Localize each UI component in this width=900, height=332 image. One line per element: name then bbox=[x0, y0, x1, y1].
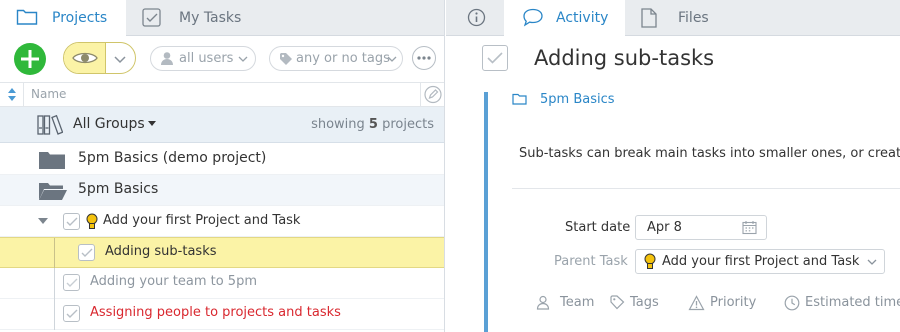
plus-icon bbox=[21, 50, 39, 68]
clock-icon bbox=[784, 295, 800, 311]
tree-line bbox=[54, 238, 55, 268]
lightbulb-icon bbox=[86, 213, 98, 231]
task-description[interactable]: Sub-tasks can break main tasks into smal… bbox=[519, 146, 900, 161]
right-tab-bar: Activity Files bbox=[446, 0, 900, 37]
subtask-checkbox[interactable] bbox=[78, 244, 95, 261]
start-date-label: Start date bbox=[565, 220, 631, 235]
accent-line bbox=[484, 92, 488, 332]
project-link-label: 5pm Basics bbox=[540, 92, 615, 107]
sort-toggle[interactable] bbox=[0, 83, 24, 106]
start-date-field[interactable]: Apr 8 bbox=[635, 215, 767, 240]
left-tab-bar: Projects My Tasks bbox=[0, 0, 444, 37]
tags-button[interactable]: Tags bbox=[610, 294, 674, 314]
user-icon bbox=[160, 51, 174, 66]
tags-filter-label: any or no tags bbox=[296, 51, 390, 66]
task-checkbox[interactable] bbox=[63, 274, 80, 291]
task-detail-panel: Activity Files Adding sub-tasks 5pm Basi… bbox=[446, 0, 900, 332]
subtask-row-selected[interactable]: Adding sub-tasks bbox=[0, 237, 444, 268]
projects-panel: Projects My Tasks all users any or no ta… bbox=[0, 0, 445, 332]
warning-icon bbox=[688, 295, 705, 311]
folder-icon bbox=[16, 8, 38, 26]
chevron-down-icon bbox=[113, 52, 127, 66]
tab-my-tasks[interactable]: My Tasks bbox=[126, 0, 276, 36]
users-filter-label: all users bbox=[179, 51, 234, 66]
priority-label: Priority bbox=[710, 295, 757, 310]
edit-columns-button[interactable] bbox=[420, 83, 444, 106]
tab-info[interactable] bbox=[446, 0, 504, 36]
task-name-overdue: Assigning people to projects and tasks bbox=[90, 305, 341, 320]
groups-title[interactable]: All Groups bbox=[73, 116, 145, 132]
name-column-header[interactable]: Name bbox=[31, 87, 66, 101]
team-button[interactable]: Team bbox=[536, 294, 600, 314]
tab-projects-label: Projects bbox=[52, 10, 108, 26]
folder-icon bbox=[38, 149, 66, 171]
folder-open-icon bbox=[38, 180, 68, 202]
ellipsis-icon bbox=[417, 56, 431, 60]
binders-icon bbox=[37, 114, 63, 136]
divider bbox=[512, 188, 900, 189]
task-name: Add your first Project and Task bbox=[103, 213, 301, 228]
tags-label: Tags bbox=[630, 295, 659, 310]
tab-files-label: Files bbox=[678, 10, 709, 26]
speech-bubble-icon bbox=[522, 8, 544, 27]
tab-activity-label: Activity bbox=[556, 10, 609, 26]
project-count: showing 5 projects bbox=[311, 117, 434, 132]
lightbulb-icon bbox=[644, 253, 656, 271]
checkbox-icon bbox=[142, 8, 162, 28]
caret-down-icon[interactable] bbox=[38, 218, 48, 226]
parent-task-select[interactable]: Add your first Project and Task bbox=[635, 249, 885, 274]
task-title[interactable]: Adding sub-tasks bbox=[534, 46, 714, 70]
project-name: 5pm Basics (demo project) bbox=[78, 150, 267, 166]
tab-my-tasks-label: My Tasks bbox=[179, 10, 242, 26]
task-checkbox[interactable] bbox=[63, 213, 80, 230]
chevron-down-icon bbox=[237, 53, 249, 65]
calendar-icon[interactable] bbox=[742, 220, 757, 235]
task-checkbox[interactable] bbox=[63, 305, 80, 322]
column-header: Name bbox=[0, 82, 444, 107]
tab-activity[interactable]: Activity bbox=[504, 0, 625, 37]
tab-files[interactable]: Files bbox=[625, 0, 735, 36]
groups-bar[interactable]: All Groups showing 5 projects bbox=[0, 107, 444, 143]
tree-line bbox=[54, 268, 55, 299]
task-name: Adding your team to 5pm bbox=[90, 274, 257, 289]
folder-icon bbox=[512, 93, 527, 105]
subtask-name: Adding sub-tasks bbox=[105, 244, 217, 259]
tab-projects[interactable]: Projects bbox=[0, 0, 126, 37]
info-icon bbox=[467, 8, 486, 27]
tags-filter[interactable]: any or no tags bbox=[269, 46, 403, 71]
estimated-time-label: Estimated time bbox=[805, 295, 900, 310]
users-filter[interactable]: all users bbox=[150, 46, 256, 71]
file-icon bbox=[640, 8, 658, 28]
task-row[interactable]: Add your first Project and Task bbox=[0, 206, 444, 237]
tree-line bbox=[54, 299, 55, 330]
priority-button[interactable]: Priority bbox=[688, 294, 772, 314]
estimated-time-button[interactable]: Estimated time bbox=[784, 294, 900, 314]
project-name: 5pm Basics bbox=[78, 181, 159, 197]
parent-task-label: Parent Task bbox=[554, 254, 628, 269]
caret-down-icon bbox=[148, 121, 156, 126]
add-button[interactable] bbox=[14, 43, 46, 75]
pencil-icon bbox=[424, 85, 442, 104]
task-complete-checkbox[interactable] bbox=[482, 45, 508, 71]
view-selector[interactable] bbox=[63, 42, 136, 74]
team-icon bbox=[536, 295, 552, 311]
project-row[interactable]: 5pm Basics (demo project) bbox=[0, 144, 444, 175]
task-row[interactable]: Adding your team to 5pm bbox=[0, 268, 444, 299]
tag-icon bbox=[279, 52, 293, 66]
parent-task-value: Add your first Project and Task bbox=[662, 254, 860, 269]
eye-icon[interactable] bbox=[64, 43, 106, 73]
task-row[interactable]: Assigning people to projects and tasks bbox=[0, 299, 444, 330]
start-date-value: Apr 8 bbox=[647, 220, 682, 235]
more-options-button[interactable] bbox=[412, 46, 436, 70]
chevron-down-icon bbox=[386, 53, 398, 65]
tag-icon bbox=[610, 295, 625, 310]
chevron-down-icon bbox=[866, 256, 878, 268]
sort-icon bbox=[8, 88, 16, 101]
team-label: Team bbox=[560, 295, 595, 310]
project-row[interactable]: 5pm Basics bbox=[0, 175, 444, 206]
